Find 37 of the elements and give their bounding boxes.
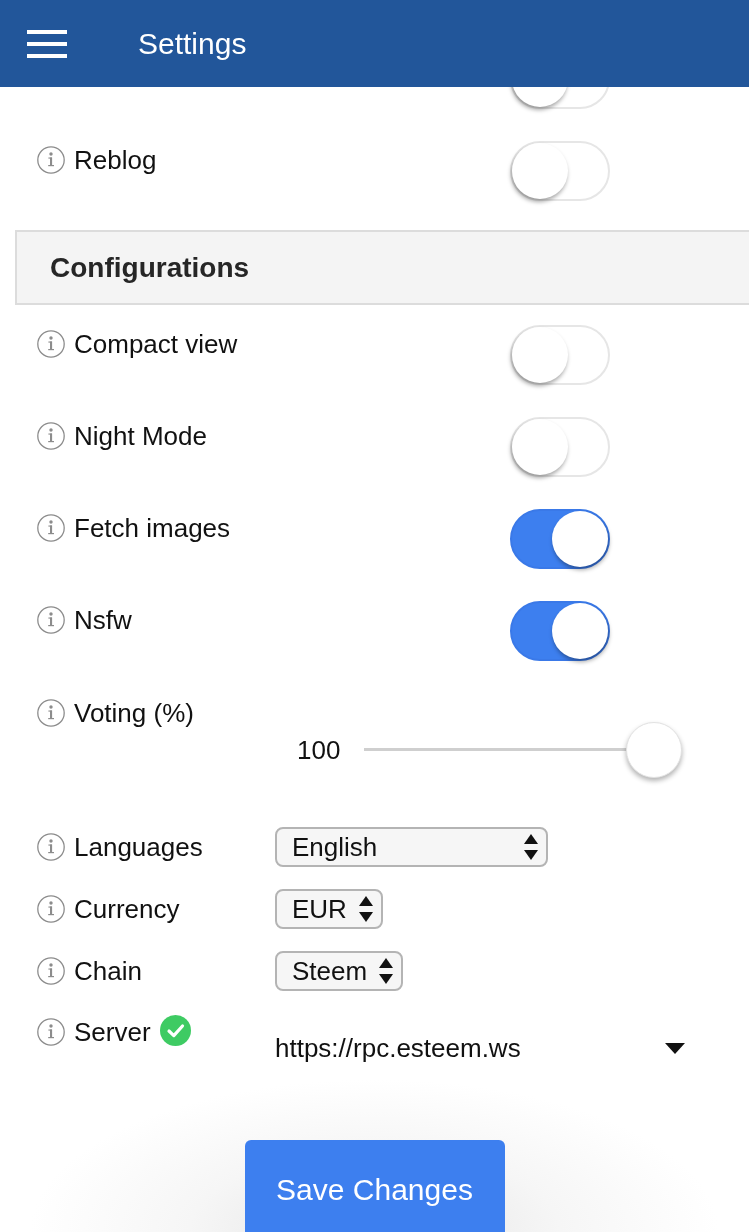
menu-icon[interactable] — [27, 29, 67, 58]
info-icon[interactable] — [37, 833, 65, 861]
up-down-arrows-icon — [379, 958, 394, 984]
setting-label: Currency — [74, 894, 180, 924]
setting-label: Fetch images — [74, 512, 231, 543]
setting-label: Chain — [74, 956, 142, 986]
setting-label: Languages — [74, 832, 203, 862]
page-title: Settings — [138, 25, 247, 62]
up-down-arrows-icon — [524, 834, 538, 860]
slider-track[interactable] — [364, 722, 683, 778]
info-icon[interactable] — [37, 895, 65, 923]
setting-label: Nsfw — [74, 604, 132, 635]
setting-label: Reblog — [74, 144, 157, 175]
setting-label: Compact view — [74, 328, 238, 359]
info-icon[interactable] — [37, 513, 65, 542]
dropdown-select[interactable]: English — [275, 827, 548, 867]
toggle-switch[interactable] — [510, 509, 610, 569]
toggle-switch[interactable] — [510, 601, 610, 661]
info-icon[interactable] — [37, 699, 65, 727]
caret-icon — [665, 1042, 685, 1054]
setting-label: Server — [74, 1016, 151, 1047]
setting-label: Voting (%) — [74, 698, 194, 728]
info-icon[interactable] — [37, 605, 65, 634]
slider-value: 100 — [297, 735, 341, 765]
section-title: Configurations — [50, 250, 250, 285]
dropdown-select[interactable]: Steem — [275, 951, 404, 991]
info-icon[interactable] — [37, 421, 65, 450]
save-changes-button[interactable]: Save Changes — [244, 1140, 505, 1232]
server-dropdown[interactable]: https://rpc.esteem.ws — [275, 1030, 690, 1066]
info-icon[interactable] — [37, 329, 65, 358]
up-down-arrows-icon — [358, 896, 373, 922]
slider-thumb[interactable] — [626, 722, 683, 778]
info-icon[interactable] — [37, 957, 65, 985]
setting-label: Night Mode — [74, 420, 207, 451]
info-icon[interactable] — [37, 145, 65, 174]
dropdown-select[interactable]: EUR — [275, 889, 383, 929]
info-icon[interactable] — [37, 1017, 65, 1046]
